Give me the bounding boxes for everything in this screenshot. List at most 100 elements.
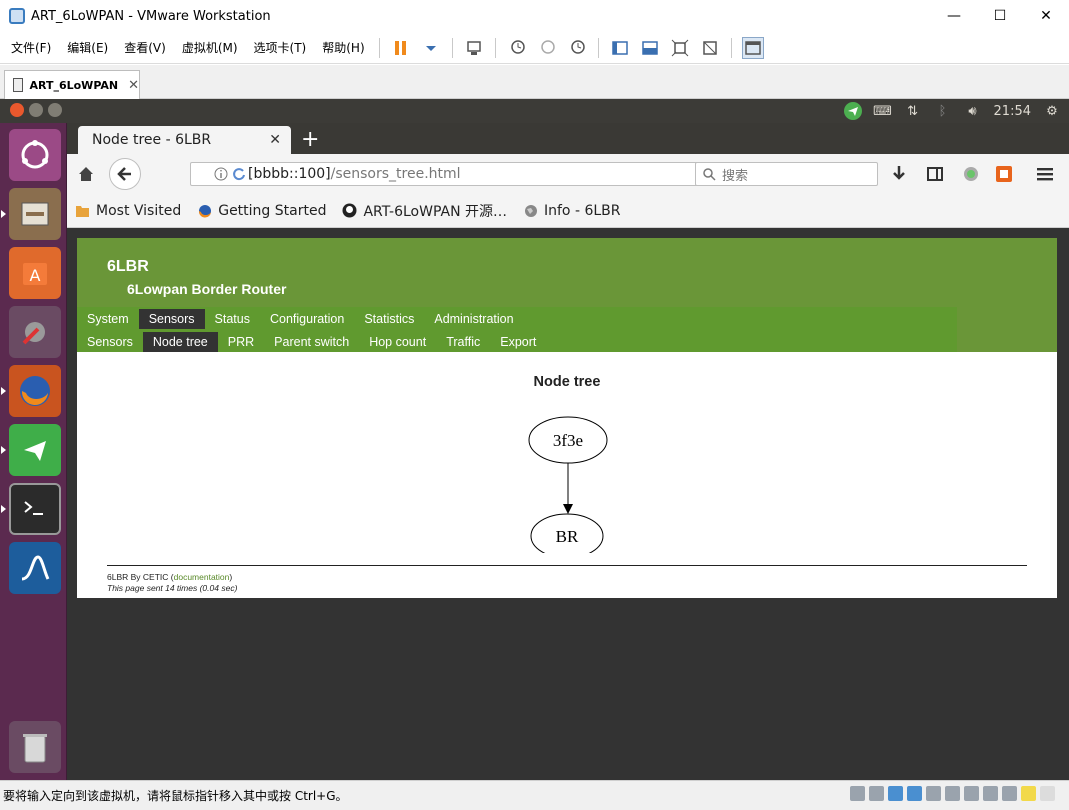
url-bar[interactable]: [bbbb::100]/sensors_tree.html	[190, 162, 757, 186]
bookmarks-toolbar: Most Visited Getting Started ART-6LoWPAN…	[67, 194, 1069, 228]
menu-file[interactable]: 文件(F)	[3, 39, 59, 56]
menu-hamburger-icon[interactable]	[1036, 166, 1054, 185]
menu-tabs[interactable]: 选项卡(T)	[246, 39, 315, 56]
snapshot-manager-icon[interactable]	[566, 37, 588, 59]
secondary-menu: Sensors Node tree PRR Parent switch Hop …	[77, 331, 546, 353]
vmware-app-icon	[9, 8, 25, 24]
globe-icon	[523, 203, 538, 218]
submenu-hop-count[interactable]: Hop count	[359, 332, 436, 352]
maximize-button[interactable]: ☐	[977, 0, 1023, 32]
library-view-icon[interactable]	[741, 36, 764, 59]
keyboard-icon[interactable]: ⌨	[873, 102, 892, 120]
software-center-icon[interactable]: A	[9, 247, 61, 299]
resize-grip-icon	[1040, 786, 1055, 801]
telegram-indicator-icon[interactable]	[843, 102, 862, 120]
system-settings-icon[interactable]	[9, 306, 61, 358]
pause-dropdown-icon[interactable]	[420, 37, 442, 59]
back-button[interactable]	[109, 158, 141, 190]
submenu-prr[interactable]: PRR	[218, 332, 264, 352]
download-icon[interactable]	[891, 165, 907, 186]
terminal-icon[interactable]	[9, 483, 61, 535]
bluetooth-icon[interactable]: ᛒ	[934, 102, 952, 120]
bookmark-label: Most Visited	[96, 202, 182, 219]
menu-edit[interactable]: 编辑(E)	[59, 39, 116, 56]
submenu-export[interactable]: Export	[490, 332, 546, 352]
firefox-icon[interactable]	[9, 365, 61, 417]
submenu-parent-switch[interactable]: Parent switch	[264, 332, 359, 352]
usb-icon[interactable]	[945, 786, 960, 801]
gear-icon[interactable]: ⚙	[1043, 102, 1061, 120]
message-icon[interactable]	[1021, 786, 1036, 801]
tab-node-tree[interactable]: Node tree - 6LBR ✕	[78, 126, 291, 154]
console-view-icon[interactable]	[609, 37, 631, 59]
menu-sensors[interactable]: Sensors	[138, 309, 205, 329]
launcher-running-indicator	[1, 505, 6, 513]
ubuntu-close-button[interactable]	[10, 103, 24, 117]
menu-system[interactable]: System	[77, 309, 139, 329]
bookmark-art-6lowpan[interactable]: ART-6LoWPAN 开源…	[342, 201, 507, 221]
sidebar-icon[interactable]	[927, 166, 943, 185]
menu-vm[interactable]: 虚拟机(M)	[174, 39, 246, 56]
minimize-button[interactable]: —	[931, 0, 977, 32]
url-path: /sensors_tree.html	[330, 166, 461, 182]
firefox-nav-bar: [bbbb::100]/sensors_tree.html 搜索	[67, 154, 1069, 194]
ubuntu-launcher: A	[0, 123, 67, 780]
sound-icon[interactable]	[964, 786, 979, 801]
menu-administration[interactable]: Administration	[424, 309, 523, 329]
menu-help[interactable]: 帮助(H)	[314, 39, 372, 56]
trash-icon[interactable]	[9, 721, 61, 773]
bookmark-getting-started[interactable]: Getting Started	[197, 203, 326, 219]
telegram-icon[interactable]	[9, 424, 61, 476]
submenu-sensors[interactable]: Sensors	[77, 332, 143, 352]
info-icon[interactable]	[214, 167, 228, 184]
cdrom-icon[interactable]	[869, 786, 884, 801]
documentation-link[interactable]: documentation	[174, 572, 230, 582]
submenu-node-tree[interactable]: Node tree	[142, 332, 218, 352]
reload-small-icon[interactable]	[232, 167, 246, 184]
vm-tab-close-icon[interactable]: ✕	[128, 78, 139, 93]
volume-icon[interactable]: 🔊︎	[964, 102, 982, 120]
dash-home-icon[interactable]	[9, 129, 61, 181]
files-icon[interactable]	[9, 188, 61, 240]
vm-tab-art-6lowpan[interactable]: ART_6LoWPAN ✕	[4, 70, 140, 99]
tab-close-icon[interactable]: ✕	[269, 132, 281, 148]
submenu-traffic[interactable]: Traffic	[436, 332, 490, 352]
fullscreen-icon[interactable]	[669, 37, 691, 59]
send-ctrl-alt-del-icon[interactable]	[463, 37, 485, 59]
bookmark-info-6lbr[interactable]: Info - 6LBR	[523, 203, 621, 219]
window-title: ART_6LoWPAN - VMware Workstation	[31, 8, 271, 24]
revert-snapshot-icon[interactable]	[536, 37, 558, 59]
clock[interactable]: 21:54	[994, 104, 1031, 119]
quick-switch-icon[interactable]	[639, 37, 661, 59]
footer-credit: 6LBR By CETIC (documentation)	[107, 572, 232, 582]
printer-icon[interactable]	[926, 786, 941, 801]
extension-orange-icon[interactable]	[996, 166, 1012, 185]
ubuntu-minimize-button[interactable]	[29, 103, 43, 117]
node-tree-graph: 3f3e BR	[528, 416, 608, 553]
network-adapter-icon[interactable]	[888, 786, 903, 801]
close-button[interactable]: ✕	[1023, 0, 1069, 32]
brand-subtitle: 6Lowpan Border Router	[127, 281, 287, 297]
extension-green-icon[interactable]	[963, 166, 979, 185]
hdd-icon[interactable]	[850, 786, 865, 801]
network-adapter-2-icon[interactable]	[907, 786, 922, 801]
vmware-tab-strip: ART_6LoWPAN ✕	[0, 65, 1069, 99]
bookmark-most-visited[interactable]: Most Visited	[75, 203, 181, 219]
home-icon[interactable]	[77, 165, 95, 186]
usb-device-icon[interactable]	[1002, 786, 1017, 801]
new-tab-button[interactable]: +	[301, 127, 319, 152]
menu-status[interactable]: Status	[205, 309, 260, 329]
ubuntu-maximize-button[interactable]	[48, 103, 62, 117]
display-icon[interactable]	[983, 786, 998, 801]
wireshark-icon[interactable]	[9, 542, 61, 594]
device-icons	[850, 786, 1055, 801]
menu-view[interactable]: 查看(V)	[116, 39, 174, 56]
svg-text:A: A	[30, 266, 41, 285]
menu-configuration[interactable]: Configuration	[260, 309, 354, 329]
network-icon[interactable]: ⇅	[904, 102, 922, 120]
search-input[interactable]: 搜索	[695, 162, 878, 186]
unity-mode-icon[interactable]	[699, 37, 721, 59]
menu-statistics[interactable]: Statistics	[354, 309, 424, 329]
snapshot-icon[interactable]	[506, 37, 528, 59]
pause-icon[interactable]	[390, 37, 412, 59]
